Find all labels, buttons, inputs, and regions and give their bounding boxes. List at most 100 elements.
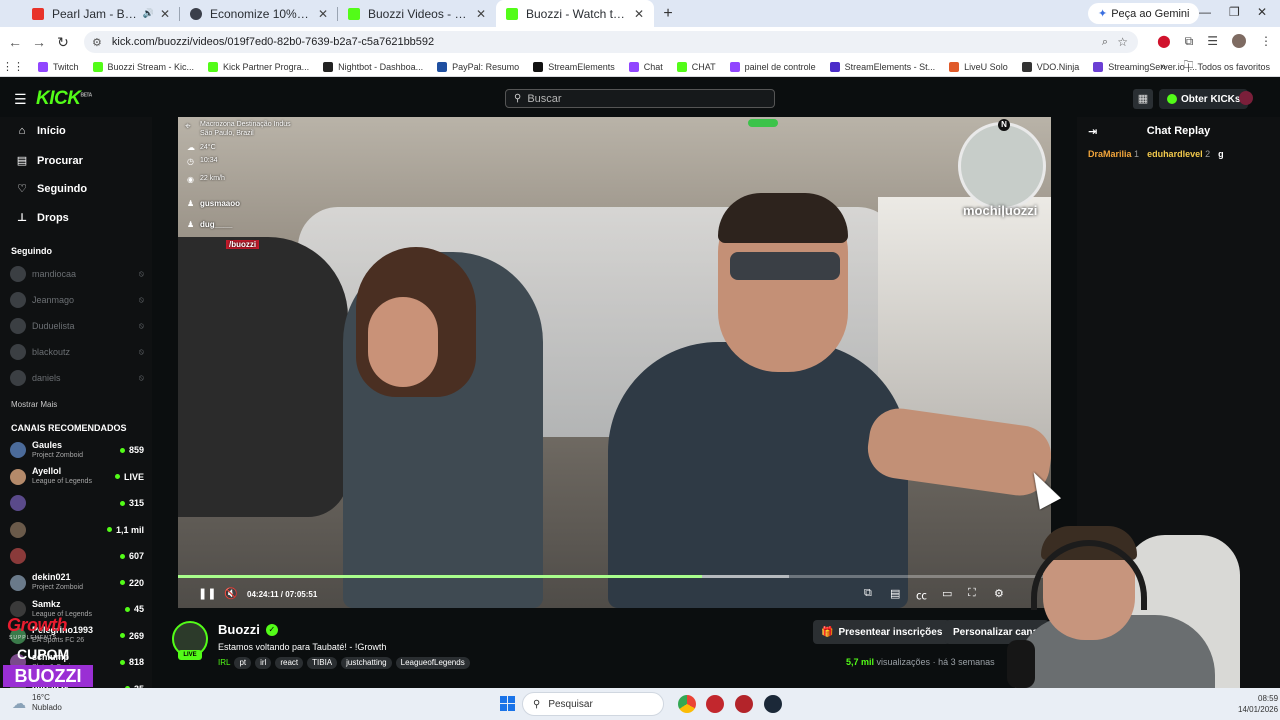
nav-drops[interactable]: ⊥ Drops	[15, 211, 69, 225]
following-channel[interactable]: mandiocaa ⦸	[10, 265, 144, 283]
bookmark-item[interactable]: Twitch	[38, 61, 79, 72]
browser-tab-3[interactable]: Buozzi Videos - Watch On-Dem ✕	[338, 0, 496, 27]
tag-chip[interactable]: TIBIA	[307, 657, 338, 669]
start-button[interactable]	[500, 696, 515, 711]
gift-icon: 🎁	[821, 626, 834, 638]
bookmark-item[interactable]: StreamingServer.io |...	[1093, 61, 1197, 72]
bookmark-item[interactable]: Nightbot - Dashboa...	[323, 61, 423, 72]
leaderboard-entry[interactable]: g	[1218, 149, 1224, 159]
ad-brand: Growth	[7, 615, 68, 635]
following-channel[interactable]: Duduelista ⦸	[10, 317, 144, 335]
back-icon[interactable]: ←	[3, 34, 27, 50]
search-input[interactable]: ⚲ Buscar	[505, 89, 775, 108]
weather-widget[interactable]: ☁ 16°C Nublado	[12, 693, 62, 713]
show-more-link[interactable]: Mostrar Mais	[11, 400, 57, 409]
close-tab-icon[interactable]: ✕	[318, 7, 328, 21]
extension-red-icon[interactable]: ⬤	[1157, 34, 1170, 49]
tag-chip[interactable]: react	[275, 657, 304, 669]
nav-following[interactable]: ♡ Seguindo	[15, 182, 87, 196]
channel-name[interactable]: Buozzi ✓	[218, 622, 278, 637]
restore-icon[interactable]: ❐	[1229, 5, 1240, 19]
app-red2-icon[interactable]	[735, 695, 753, 713]
get-kicks-button[interactable]: Obter KICKs	[1159, 89, 1249, 109]
browser-tab-4[interactable]: Buozzi - Watch the VOD on Kic ✕	[496, 0, 654, 27]
url-field[interactable]: ⚙ kick.com/buozzi/videos/019f7ed0-82b0-7…	[84, 31, 1138, 53]
bookmark-item[interactable]: Kick Partner Progra...	[208, 61, 309, 72]
tag-chip[interactable]: justchatting	[341, 657, 392, 669]
bookmark-item[interactable]: PayPal: Resumo	[437, 61, 519, 72]
app-red-icon[interactable]	[706, 695, 724, 713]
captions-icon[interactable]: ㏄	[916, 587, 927, 603]
leaderboard-entry[interactable]: eduhardlevel 2	[1147, 149, 1210, 159]
following-channel[interactable]: daniels ⦸	[10, 369, 144, 387]
browser-tab-1[interactable]: Pearl Jam - Black (Official A 🔊 ✕	[22, 0, 180, 27]
url-text: kick.com/buozzi/videos/019f7ed0-82b0-763…	[111, 36, 435, 48]
system-clock[interactable]: 08:59 14/01/2026	[1238, 693, 1278, 715]
recommended-channel[interactable]: Ayellol League of Legends LIVE	[10, 464, 144, 490]
nav-browse[interactable]: ▤ Procurar	[15, 154, 83, 168]
speaker-icon[interactable]: 🔊	[143, 8, 154, 19]
steam-icon[interactable]	[764, 695, 782, 713]
recommended-channel[interactable]: 1,1 mil	[10, 517, 144, 543]
new-tab-button[interactable]: +	[654, 0, 682, 27]
hamburger-menu-icon[interactable]: ☰	[14, 91, 27, 108]
theater-mode-icon[interactable]: ▦	[1133, 89, 1153, 109]
recommended-channel[interactable]: 315	[10, 490, 144, 516]
site-info-icon[interactable]: ⚙	[92, 36, 102, 49]
theater-icon[interactable]: ▭	[942, 587, 952, 600]
pause-icon[interactable]: ❚❚	[198, 587, 216, 600]
tag-chip[interactable]: irl	[255, 657, 272, 669]
ad-code: BUOZZI	[3, 665, 93, 687]
tag-chip[interactable]: pt	[234, 657, 252, 669]
video-progress-bar[interactable]	[178, 575, 1051, 578]
menu-icon[interactable]: ⋮	[1260, 34, 1272, 49]
minimize-icon[interactable]: —	[1199, 5, 1211, 19]
collapse-chat-icon[interactable]: ⇥	[1088, 125, 1097, 138]
bookmark-item[interactable]: Buozzi Stream - Kic...	[92, 61, 194, 72]
more-bookmarks-icon[interactable]: »	[1160, 61, 1166, 73]
bookmark-item[interactable]: Chat	[628, 61, 663, 72]
bookmark-item[interactable]: VDO.Ninja	[1021, 61, 1079, 72]
miniplayer-icon[interactable]: ⧉	[864, 587, 872, 600]
viewer-count: 45	[124, 604, 144, 614]
forward-icon[interactable]: →	[27, 34, 51, 50]
bookmark-star-icon[interactable]: ☆	[1117, 35, 1128, 49]
recommended-channel[interactable]: dekin021 Project Zomboid 220	[10, 570, 144, 596]
mute-icon[interactable]: 🔇	[224, 587, 238, 600]
close-tab-icon[interactable]: ✕	[160, 7, 170, 21]
video-player[interactable]: ⌖ Macrozona Destinação Indus São Paulo, …	[178, 117, 1051, 608]
all-bookmarks[interactable]: 🗀 Todos os favoritos	[1183, 58, 1270, 75]
fullscreen-icon[interactable]: ⛶	[968, 587, 976, 600]
browser-tab-2[interactable]: Economize 10% em ReStory: Cr ✕	[180, 0, 338, 27]
apps-icon[interactable]: ⋮⋮	[0, 60, 26, 73]
profile-avatar[interactable]	[1232, 34, 1246, 48]
extensions-icon[interactable]: ⧉	[1185, 34, 1194, 49]
leaderboard-entry[interactable]: DraMarilia 1	[1088, 149, 1139, 159]
tag-chip[interactable]: IRL	[218, 657, 230, 669]
close-window-icon[interactable]: ✕	[1257, 5, 1267, 19]
close-tab-icon[interactable]: ✕	[476, 7, 486, 21]
tag-chip[interactable]: LeagueofLegends	[395, 657, 470, 669]
taskbar-search[interactable]: ⚲ Pesquisar	[522, 692, 664, 716]
recommended-channel[interactable]: 607	[10, 543, 144, 569]
gemini-button[interactable]: ✦ Peça ao Gemini	[1088, 3, 1200, 24]
bookmark-item[interactable]: StreamElements - St...	[829, 61, 935, 72]
chrome-icon[interactable]	[678, 695, 696, 713]
recommended-channel[interactable]: Gaules Project Zomboid 859	[10, 437, 144, 463]
reading-list-icon[interactable]: ☰	[1207, 34, 1218, 49]
close-tab-icon[interactable]: ✕	[634, 7, 644, 21]
kick-logo[interactable]: KICKBETA	[36, 88, 92, 110]
gift-subs-button[interactable]: 🎁 Presentear inscrições	[813, 620, 951, 644]
bookmark-item[interactable]: StreamElements	[533, 61, 615, 72]
following-channel[interactable]: Jeanmago ⦸	[10, 291, 144, 309]
clip-icon[interactable]: ▤	[890, 587, 900, 600]
bookmark-item[interactable]: LiveU Solo	[949, 61, 1008, 72]
bookmark-item[interactable]: painel de controle	[729, 61, 816, 72]
user-avatar[interactable]	[1239, 91, 1253, 105]
following-channel[interactable]: blackoutz ⦸	[10, 343, 144, 361]
reload-icon[interactable]: ↻	[51, 34, 75, 51]
nav-home[interactable]: ⌂ Início	[15, 125, 66, 137]
stream-info: LIVE Buozzi ✓ Estamos voltando para Tauba…	[152, 608, 1077, 688]
zoom-icon[interactable]: ⌕	[1102, 36, 1108, 49]
bookmark-item[interactable]: CHAT	[676, 61, 716, 72]
